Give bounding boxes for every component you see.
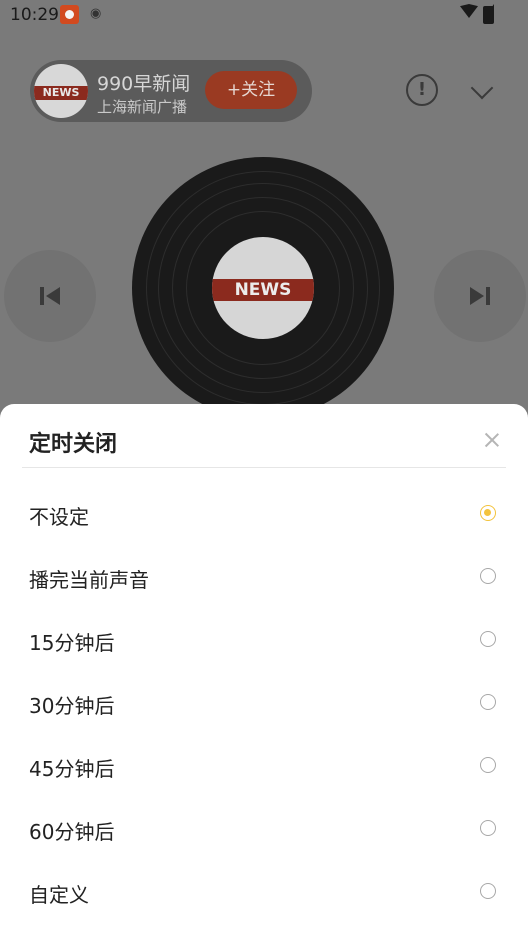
option-label: 播完当前声音 <box>29 568 149 592</box>
option-60min[interactable]: 60分钟后 <box>0 798 528 861</box>
option-label: 自定义 <box>29 883 89 907</box>
battery-icon <box>483 6 494 24</box>
status-bar: 10:29 ◉ <box>0 0 528 30</box>
follow-button[interactable]: +关注 <box>205 71 297 109</box>
radio-icon[interactable] <box>480 757 496 773</box>
wifi-icon <box>460 4 478 18</box>
vinyl-record: NEWS <box>132 157 394 419</box>
close-icon[interactable] <box>484 432 500 448</box>
info-icon[interactable]: ! <box>406 74 438 106</box>
option-label: 60分钟后 <box>29 820 115 844</box>
sheet-divider <box>22 467 506 468</box>
station-logo-text: NEWS <box>34 86 88 100</box>
previous-button[interactable] <box>4 250 96 342</box>
option-30min[interactable]: 30分钟后 <box>0 672 528 735</box>
option-label: 45分钟后 <box>29 757 115 781</box>
skip-next-icon <box>470 287 490 305</box>
radio-icon[interactable] <box>480 883 496 899</box>
vinyl-label-logo: NEWS <box>212 237 314 339</box>
shield-icon: ◉ <box>90 6 102 21</box>
vinyl-logo-text: NEWS <box>212 279 314 301</box>
radio-icon[interactable] <box>480 568 496 584</box>
option-label: 15分钟后 <box>29 631 115 655</box>
radio-icon[interactable] <box>480 631 496 647</box>
sheet-title: 定时关闭 <box>29 432 118 457</box>
sleep-timer-sheet: 定时关闭 不设定 播完当前声音 15分钟后 30分钟后 45分钟后 60分钟后 … <box>0 404 528 939</box>
chevron-down-icon[interactable] <box>470 76 494 100</box>
option-15min[interactable]: 15分钟后 <box>0 609 528 672</box>
status-time: 10:29 <box>10 5 59 25</box>
radio-selected-icon[interactable] <box>480 505 496 521</box>
option-label: 30分钟后 <box>29 694 115 718</box>
option-no-timer[interactable]: 不设定 <box>0 483 528 546</box>
option-45min[interactable]: 45分钟后 <box>0 735 528 798</box>
skip-previous-icon <box>40 287 60 305</box>
station-subtitle: 上海新闻广播 <box>97 98 188 116</box>
radio-icon[interactable] <box>480 694 496 710</box>
next-button[interactable] <box>434 250 526 342</box>
app-notification-icon <box>60 5 79 24</box>
station-header[interactable]: NEWS 990早新闻 上海新闻广播 +关注 <box>30 60 312 122</box>
option-label: 不设定 <box>29 505 89 529</box>
station-name: 990早新闻 <box>97 73 191 95</box>
option-after-current[interactable]: 播完当前声音 <box>0 546 528 609</box>
station-logo: NEWS <box>34 64 88 118</box>
option-custom[interactable]: 自定义 <box>0 861 528 924</box>
radio-icon[interactable] <box>480 820 496 836</box>
